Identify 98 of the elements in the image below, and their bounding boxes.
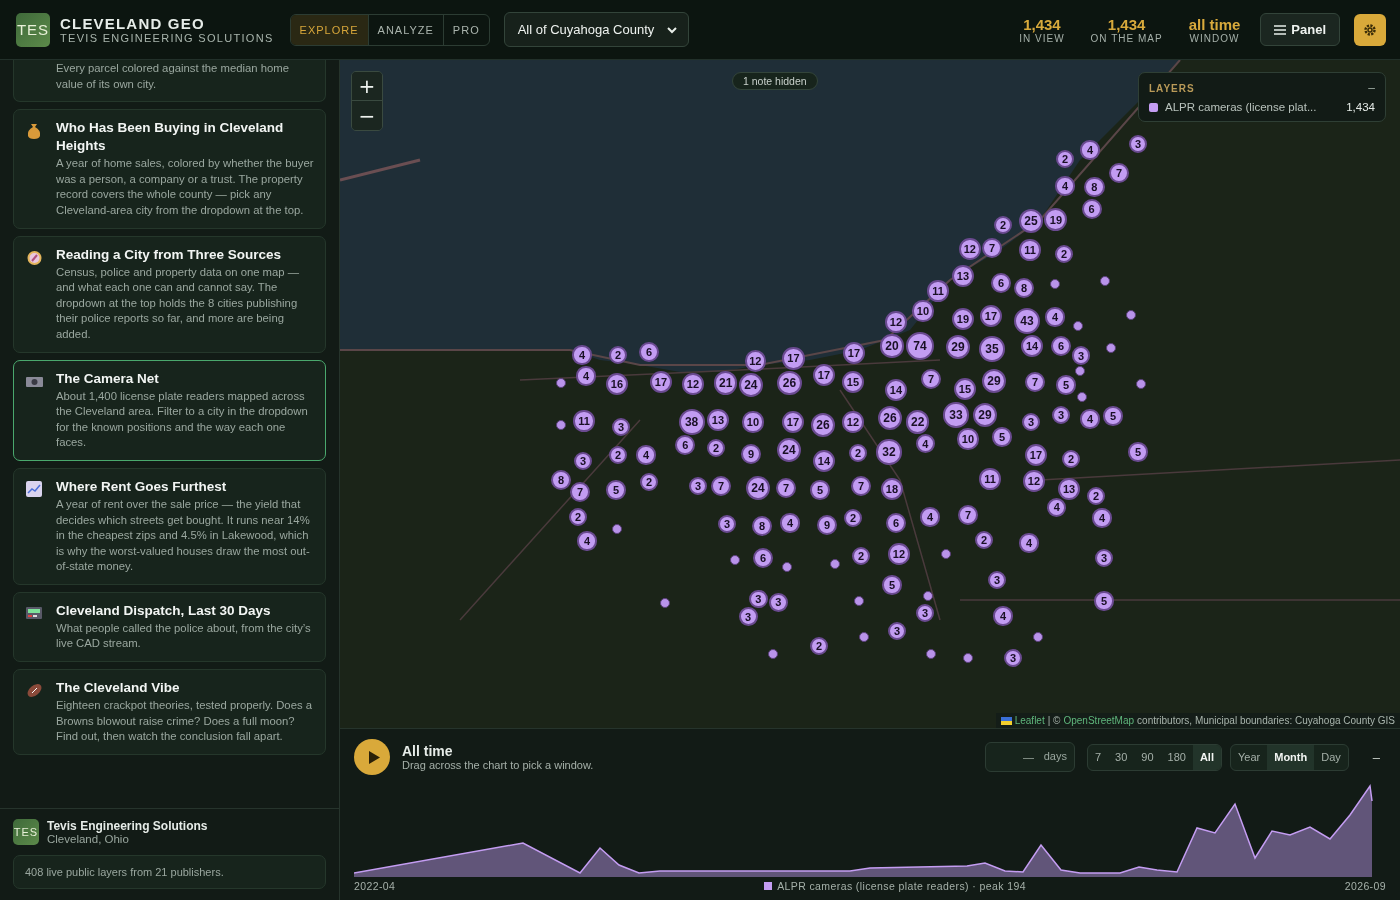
camera-dot[interactable] <box>941 549 951 559</box>
range-option[interactable]: 7 <box>1087 744 1109 770</box>
story-description: About 1,400 license plate readers mapped across the Cleveland area. Filter to a city in the dropdown for the known positions and the way each one faces. <box>56 388 309 451</box>
story-description: A year of home sales, colored by whether the buyer was a person, a company or a trust. The property record covers the whole county — pick any Cleveland-area city from the dropdown at the top. <box>56 156 315 218</box>
collapse-button[interactable]: – <box>1368 81 1375 95</box>
settings-button[interactable] <box>1354 13 1386 46</box>
story-title: Reading a City from Three Sources <box>56 245 283 264</box>
camera-dot[interactable] <box>1077 392 1087 402</box>
camera-icon <box>26 374 43 387</box>
collapse-button[interactable]: – <box>1366 748 1386 766</box>
axis-start-label: 2022-04 <box>354 880 396 892</box>
map-attribution: Leaflet | © OpenStreetMap contributors, Municipal boundaries: Cuyahoga County GIS <box>995 713 1400 728</box>
camera-dot[interactable] <box>556 378 566 388</box>
axis-end-label: 2026-09 <box>1344 880 1386 892</box>
football-icon <box>26 682 43 700</box>
flag-icon <box>1000 716 1012 725</box>
days-unit: days <box>1043 750 1067 762</box>
app-subtitle: TEVIS ENGINEERING SOLUTIONS <box>60 32 274 44</box>
mode-tab[interactable]: ANALYZE <box>368 14 444 45</box>
layers-note: 408 live public layers from 21 publishers. <box>13 855 326 889</box>
camera-dot[interactable] <box>830 559 840 569</box>
story-description: A year of rent over the sale price — the yield that decides which streets get bought. It runs near 14% in the cheapest zips and 4.5% in Lakewood, which is why the worst-valued houses draw the most out-of-state money. <box>56 496 311 575</box>
stat-label: WINDOW <box>1189 32 1240 44</box>
timeline-title: All time <box>402 743 454 759</box>
story-card[interactable]: Every parcel colored against the median home value of its own city. <box>13 60 326 103</box>
app-title: CLEVELAND GEO <box>60 15 206 32</box>
camera-dot[interactable] <box>1074 366 1085 377</box>
story-title: Cleveland Dispatch, Last 30 Days <box>56 601 272 620</box>
play-button[interactable] <box>354 739 390 775</box>
camera-dot[interactable] <box>768 649 778 659</box>
stat-label: IN VIEW <box>1019 32 1065 44</box>
camera-dot[interactable] <box>1050 279 1060 289</box>
zoom-out-button[interactable]: − <box>352 101 382 130</box>
range-option[interactable]: 30 <box>1108 744 1135 770</box>
settings-icon <box>1362 21 1378 38</box>
legend-label: ALPR cameras (license plate readers) · peak 194 <box>777 880 1026 892</box>
story-description: Eighteen crackpot theories, tested properly. Does a Browns blowout raise crime? Does a full moon? Find out, then watch the conclusion fall apart. <box>56 698 313 745</box>
story-title: The Camera Net <box>56 369 160 388</box>
granularity-option[interactable]: Month <box>1267 744 1315 770</box>
granularity-option[interactable]: Day <box>1314 744 1348 770</box>
stat-value: 1,434 <box>1023 15 1061 33</box>
range-option[interactable]: 180 <box>1160 744 1193 770</box>
story-description: Census, police and property data on one map — and what each one can and cannot say. The dropdown at the top holds the 8 cities publishing their police reports so far, and more are being added. <box>56 264 301 342</box>
camera-dot[interactable] <box>556 420 566 430</box>
range-option[interactable]: 90 <box>1134 744 1161 770</box>
hidden-note-pill[interactable]: 1 note hidden <box>732 72 818 90</box>
company-name: Tevis Engineering Solutions <box>47 819 208 833</box>
panel-button[interactable]: Panel <box>1260 13 1340 46</box>
stat-value: all time <box>1188 15 1241 33</box>
zoom-in-button[interactable]: + <box>352 72 382 101</box>
story-card[interactable] <box>13 109 326 229</box>
story-title: Who Has Been Buying in Cleveland Heights <box>56 119 285 156</box>
camera-dot[interactable] <box>1033 632 1043 642</box>
stat-value: 1,434 <box>1107 15 1146 33</box>
mode-tab[interactable]: EXPLORE <box>290 14 369 45</box>
story-description: Every parcel colored against the median home value of its own city. <box>56 61 290 92</box>
story-title: The Cleveland Vibe <box>56 679 181 698</box>
stat-label: ON THE MAP <box>1090 32 1163 44</box>
layer-count: 1,434 <box>1346 101 1375 113</box>
camera-dot[interactable] <box>923 591 933 601</box>
camera-dot[interactable] <box>612 524 622 534</box>
story-card[interactable]: The Cleveland Vibe Eighteen crackpot theories, tested properly. Does a Browns blowout raise crime? Does a full moon? Find out, then watch the conclusion fall apart. <box>13 669 326 755</box>
camera-dot[interactable] <box>963 653 973 663</box>
openstreetmap-link[interactable]: OpenStreetMap <box>1063 715 1135 726</box>
timeline-hint: Drag across the chart to pick a window. <box>402 759 594 771</box>
layers-title: LAYERS <box>1149 82 1195 94</box>
camera-dot[interactable] <box>1126 310 1136 320</box>
camera-dot[interactable] <box>660 598 670 608</box>
camera-dot[interactable] <box>854 596 864 606</box>
story-card[interactable] <box>13 235 326 353</box>
camera-dot[interactable] <box>730 555 740 565</box>
camera-dot[interactable] <box>859 632 869 642</box>
camera-dot[interactable] <box>1106 343 1116 353</box>
menu-icon <box>1274 24 1287 35</box>
layer-name[interactable]: ALPR cameras (license plat... <box>1165 101 1340 113</box>
money-bag-icon <box>26 122 42 141</box>
camera-dot[interactable] <box>1073 321 1083 331</box>
area-dropdown[interactable]: All of Cuyahoga County <box>503 12 690 47</box>
chart-icon <box>26 480 42 497</box>
logo-badge: TES <box>13 819 39 845</box>
company-location: Cleveland, Ohio <box>47 833 130 845</box>
granularity-option[interactable]: Year <box>1231 744 1268 770</box>
story-card[interactable]: The Camera Net About 1,400 license plate readers mapped across the Cleveland area. Filter to a city in the dropdown for the known positions and the way each one faces. <box>13 359 326 461</box>
camera-dot[interactable] <box>1100 276 1110 286</box>
story-card[interactable] <box>13 467 326 585</box>
logo-badge: TES <box>16 12 50 47</box>
camera-dot[interactable] <box>782 562 792 572</box>
compass-icon <box>26 248 43 266</box>
camera-dot[interactable] <box>926 649 936 659</box>
pager-icon <box>26 606 42 619</box>
story-card[interactable]: Cleveland Dispatch, Last 30 Days What people called the police about, from the city’s live CAD stream. <box>13 591 326 663</box>
camera-dot[interactable] <box>1136 379 1146 389</box>
leaflet-link[interactable]: Leaflet <box>1014 715 1045 726</box>
story-description: What people called the police about, from the city’s live CAD stream. <box>56 620 312 652</box>
mode-tab[interactable]: PRO <box>443 14 489 45</box>
play-icon <box>367 750 380 764</box>
story-title: Where Rent Goes Furthest <box>56 477 228 496</box>
range-option[interactable]: All <box>1192 744 1221 770</box>
